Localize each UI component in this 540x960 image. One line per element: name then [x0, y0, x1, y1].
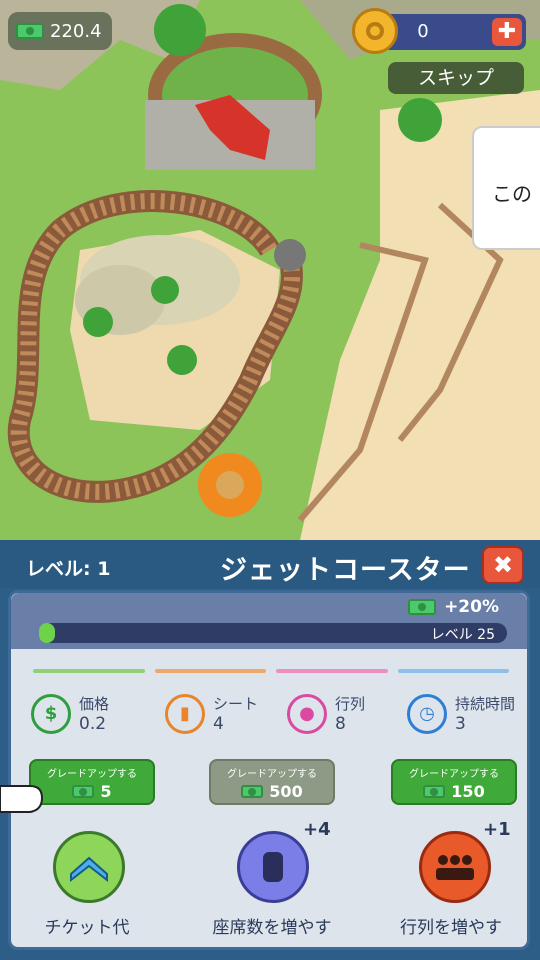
- level-progress-area: +20% レベル 25: [11, 593, 527, 649]
- coin-counter: 0 ✚: [352, 8, 526, 54]
- action-label: 行列を増やす: [400, 918, 502, 938]
- stat-queue: ● 行列 8: [287, 693, 365, 734]
- dollar-icon: $: [31, 693, 71, 734]
- stopwatch-icon: ◷: [407, 693, 447, 734]
- queue-icon: [436, 855, 474, 880]
- level-target: レベル 25: [430, 627, 495, 643]
- stat-duration: ◷ 持続時間 3: [407, 693, 515, 734]
- income-bonus: +20%: [408, 597, 499, 617]
- action-label: 座席数を増やす: [212, 918, 332, 938]
- cash-value: 220.4: [50, 20, 102, 42]
- upgrade-caption: グレードアップする: [409, 769, 499, 780]
- queue-plus: +1: [483, 819, 511, 840]
- stat-name: 価格: [79, 695, 110, 713]
- stripe-seats: [154, 669, 266, 673]
- upgrade-seats-button[interactable]: グレードアップする 500: [209, 759, 335, 805]
- upgrade-cost: 150: [451, 782, 485, 801]
- level-progress-bar: レベル 25: [39, 623, 507, 643]
- panel-body: +20% レベル 25 $ 価格 0.2 ▮ シート 4 ● 行列 8 ◷ 持続…: [8, 590, 530, 950]
- queue-icon: ●: [287, 693, 327, 734]
- seat-icon: ▮: [165, 693, 205, 734]
- coin-value: 0: [417, 21, 429, 42]
- seats-plus: +4: [303, 819, 331, 840]
- stat-stripes: [33, 669, 509, 673]
- skip-button[interactable]: スキップ: [388, 62, 524, 94]
- cash-icon: [16, 23, 44, 39]
- tutorial-dialog: この: [472, 126, 540, 250]
- stat-name: 行列: [335, 695, 366, 713]
- add-seats-button[interactable]: [237, 831, 309, 903]
- level-progress-fill: [39, 623, 56, 643]
- stat-value: 4: [213, 714, 224, 734]
- stat-price: $ 価格 0.2: [31, 693, 109, 734]
- upgrade-cost: 500: [269, 782, 303, 801]
- stripe-price: [33, 669, 145, 673]
- ride-panel: レベル: 1 ジェットコースター ✖ +20% レベル 25 $ 価格 0.2: [0, 540, 540, 960]
- stripe-queue: [276, 669, 388, 673]
- upgrade-cost: 5: [100, 782, 112, 801]
- stat-name: シート: [213, 695, 259, 713]
- stat-value: 8: [335, 714, 346, 734]
- stat-value: 0.2: [79, 714, 107, 734]
- stat-value: 3: [455, 714, 466, 734]
- cash-counter: 220.4: [8, 12, 112, 50]
- upgrade-caption: グレードアップする: [227, 769, 317, 780]
- upgrade-price-button[interactable]: グレードアップする 5: [29, 759, 155, 805]
- dialog-text: この: [492, 182, 532, 206]
- seat-icon: [263, 852, 283, 882]
- cash-icon: [241, 785, 264, 798]
- action-label: チケット代: [44, 918, 130, 938]
- cash-icon: [72, 785, 95, 798]
- close-button[interactable]: ✖: [482, 546, 524, 584]
- cash-icon: [408, 599, 437, 615]
- pointer-hand-icon: [0, 785, 44, 813]
- ride-title: ジェットコースター: [220, 555, 471, 586]
- ticket-icon: [70, 856, 108, 882]
- upgrade-caption: グレードアップする: [47, 769, 137, 780]
- ticket-price-button[interactable]: [53, 831, 125, 903]
- stat-seats: ▮ シート 4: [165, 693, 258, 734]
- add-coins-button[interactable]: ✚: [492, 18, 522, 46]
- upgrade-queue-button[interactable]: グレードアップする 150: [391, 759, 517, 805]
- bonus-value: +20%: [444, 597, 499, 617]
- stripe-duration: [397, 669, 509, 673]
- add-queue-button[interactable]: [419, 831, 491, 903]
- panel-header: レベル: 1 ジェットコースター ✖: [0, 540, 540, 588]
- cash-icon: [423, 785, 446, 798]
- stat-name: 持続時間: [455, 695, 516, 713]
- ride-level: レベル: 1: [26, 558, 111, 580]
